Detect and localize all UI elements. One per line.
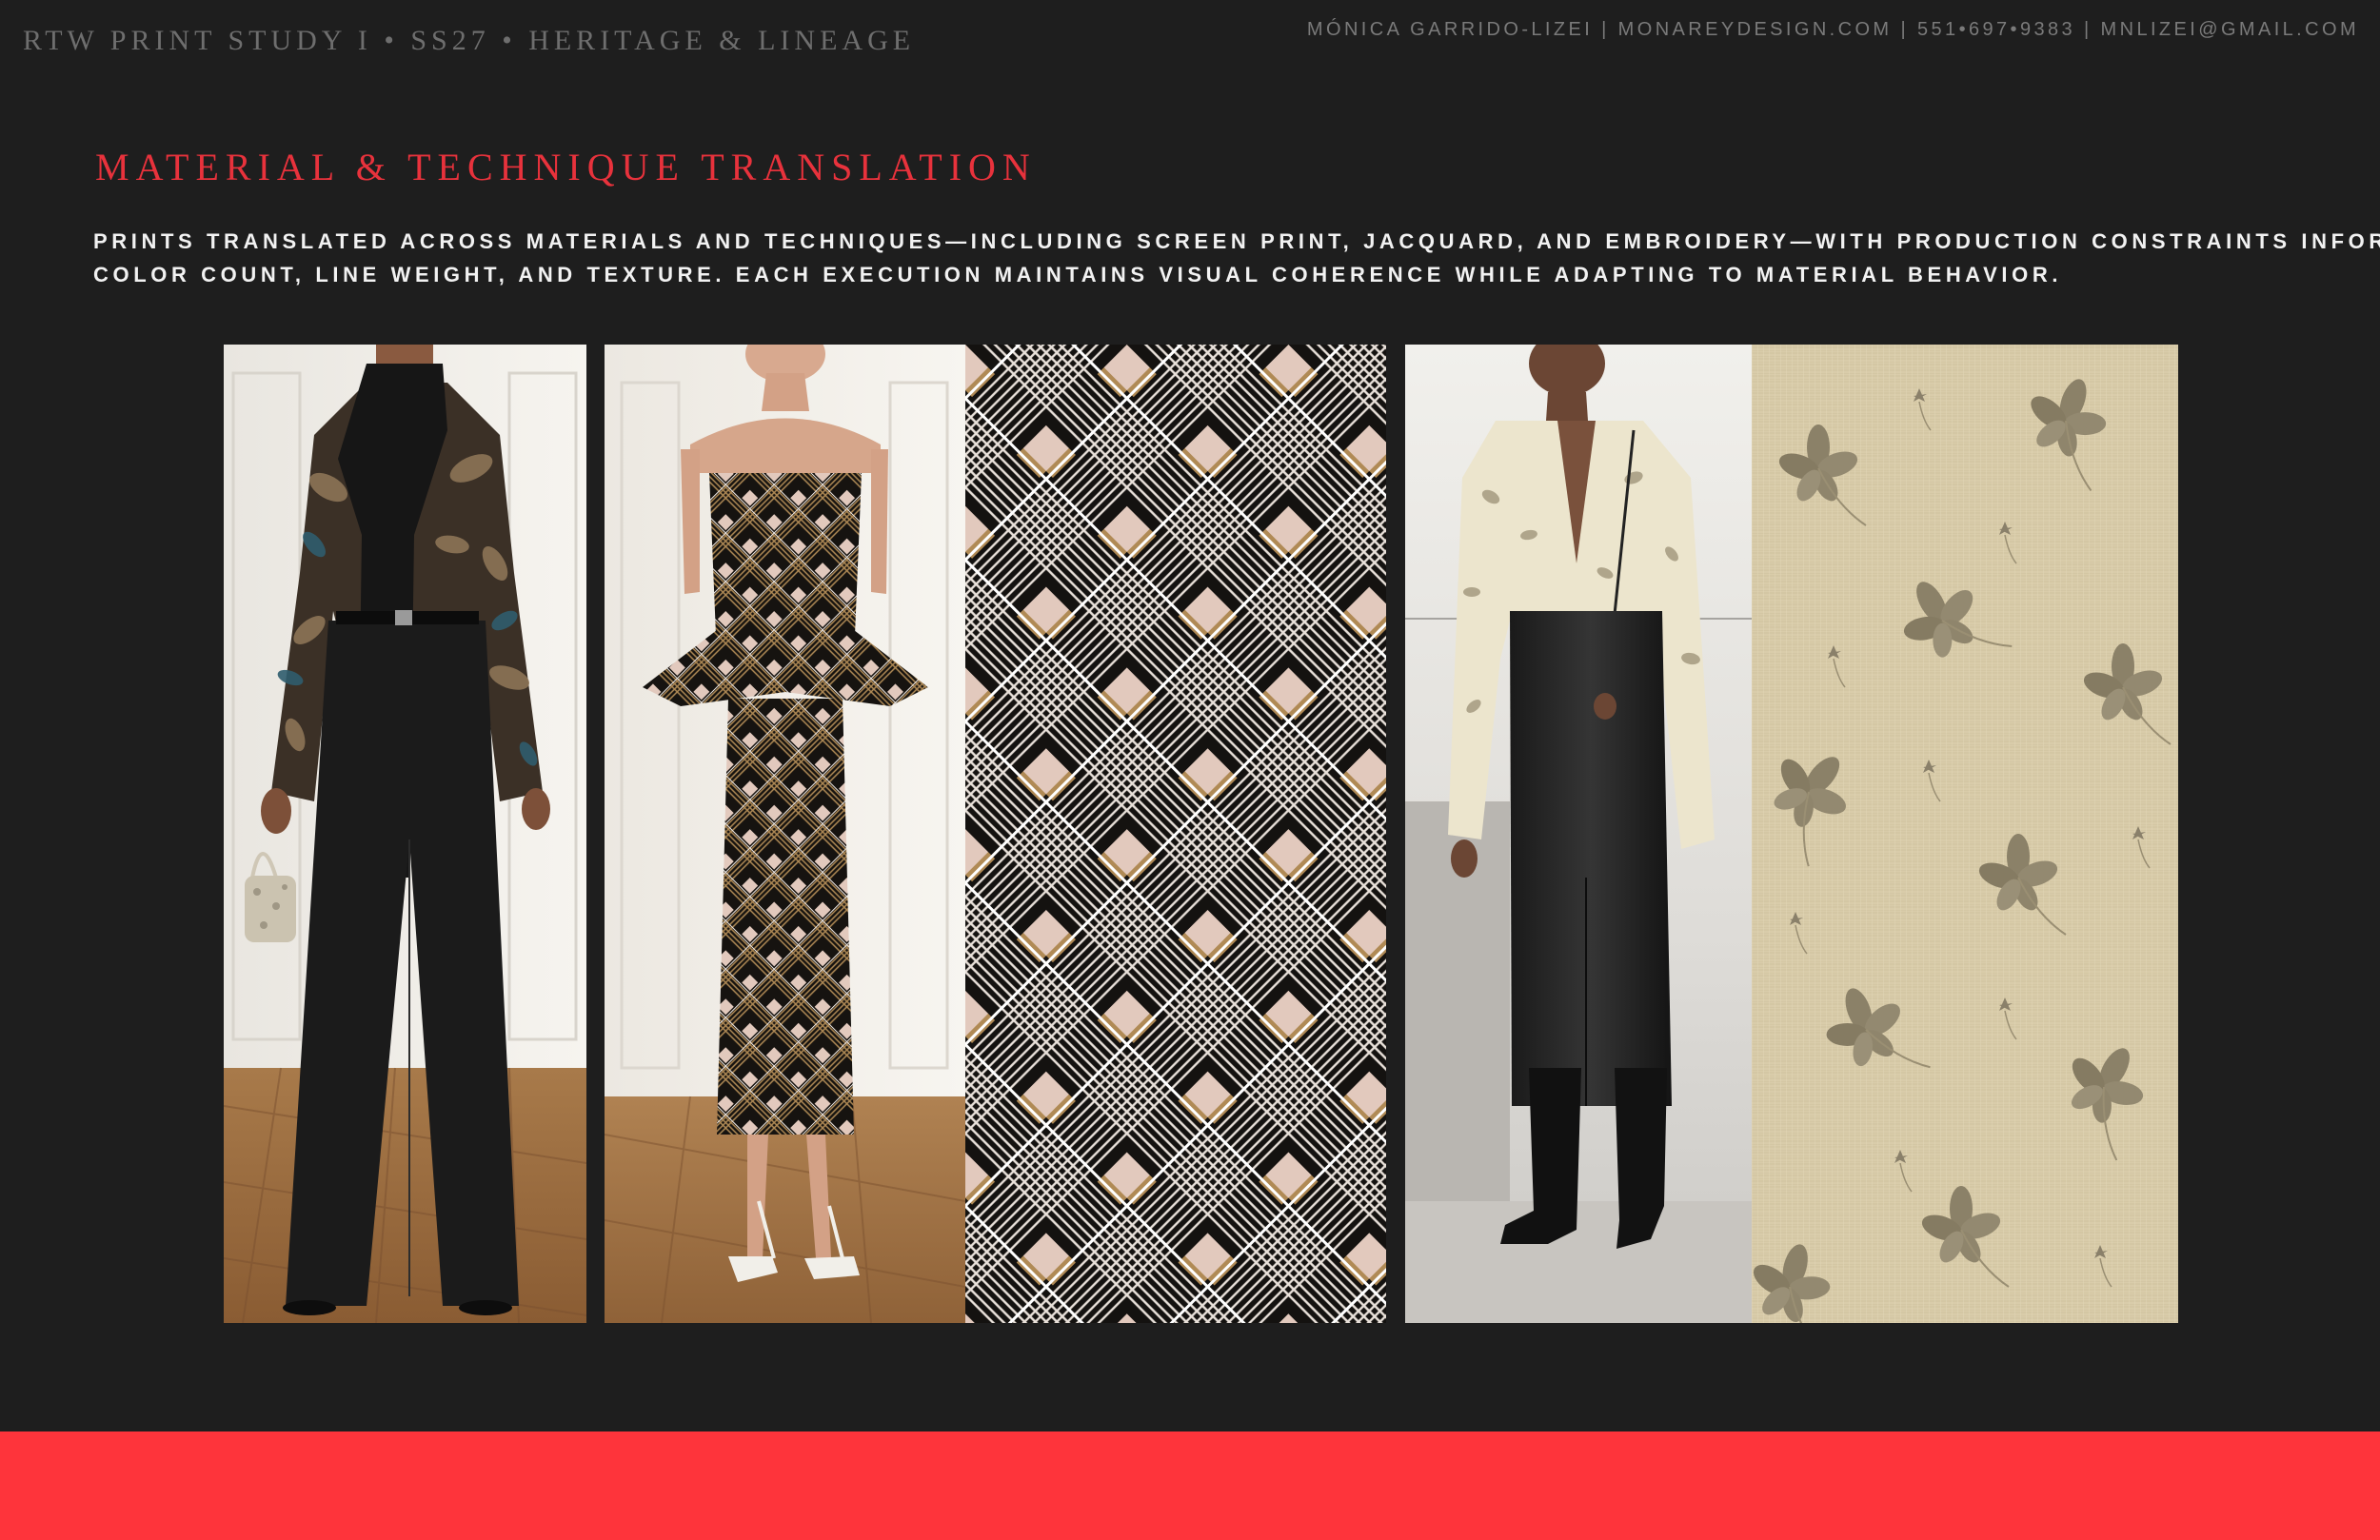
- header-collection-title: RTW PRINT STUDY I • SS27 • HERITAGE & LI…: [23, 25, 916, 56]
- plaid-print-swatch: [965, 345, 1386, 1323]
- header-contact-info: MÓNICA GARRIDO-LIZEI | MONAREYDESIGN.COM…: [1306, 19, 2359, 40]
- look-plaid-dress-photo: [605, 345, 965, 1323]
- floral-embroidery-swatch: [1752, 345, 2178, 1323]
- look-leather-skirt-photo: [1405, 345, 1752, 1323]
- section-description: PRINTS TRANSLATED ACROSS MATERIALS AND T…: [93, 225, 2380, 291]
- page-title: MATERIAL & TECHNIQUE TRANSLATION: [95, 146, 1037, 188]
- description-line-1: PRINTS TRANSLATED ACROSS MATERIALS AND T…: [93, 229, 2380, 253]
- footer-accent-bar: [0, 1431, 2380, 1540]
- description-line-2: COLOR COUNT, LINE WEIGHT, AND TEXTURE. E…: [93, 263, 2063, 286]
- look-floral-blouse-photo: [224, 345, 586, 1323]
